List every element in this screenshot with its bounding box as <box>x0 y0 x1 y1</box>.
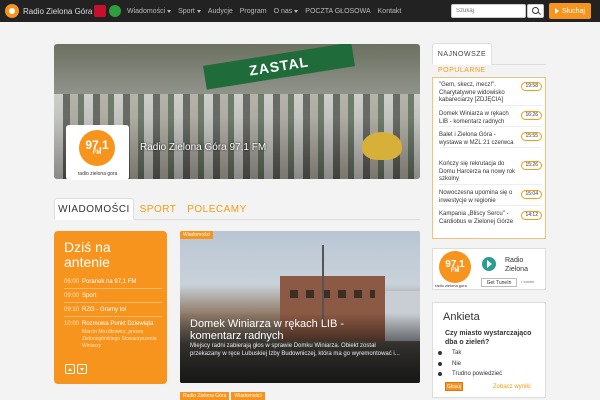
logo-subtitle: radio zielona gora <box>77 171 118 177</box>
hero-banner: ZASTAL <box>203 44 355 90</box>
content-tabs: WIADOMOŚCI SPORT POLECAMY <box>54 198 420 220</box>
schedule-up-button[interactable] <box>65 364 75 374</box>
tab-sport[interactable]: SPORT <box>136 198 180 220</box>
caret-down-icon <box>167 9 172 13</box>
search-input[interactable] <box>451 4 526 18</box>
nav-item-kontakt[interactable]: Kontakt <box>378 8 402 15</box>
caret-down-icon <box>294 9 299 13</box>
radio-logo-icon <box>5 4 19 18</box>
list-item[interactable]: Domek Winiarza w rękach LIB - komentarz … <box>439 111 542 127</box>
time-badge: 15:04 <box>521 190 542 199</box>
listen-button[interactable]: Słuchaj <box>549 3 591 19</box>
get-tunein-button[interactable]: Get TuneIn <box>481 278 517 287</box>
on-air-panel: Dziś na antenie 06:00 Poranek na 97,1 FM … <box>54 231 167 384</box>
on-air-title: Dziś na antenie <box>64 239 111 270</box>
caret-down-icon <box>196 9 201 13</box>
poll-question: Czy miasto wystarczająco dba o zieleń? <box>445 330 532 346</box>
poll-option[interactable]: Trudno powiedzieć <box>438 371 502 377</box>
green-social-icon[interactable] <box>109 5 121 17</box>
category-tag[interactable]: Radio Zielona Góra <box>180 392 230 400</box>
brand[interactable]: Radio Zielona Góra <box>5 3 92 19</box>
list-item[interactable]: Kampania „Bliscy Sercu" - Cardiobus w Zi… <box>439 211 542 226</box>
sidebar-tabs: NAJNOWSZE <box>432 43 546 65</box>
nav-item-poczta-glosowa[interactable]: POCZTA GŁOSOWA <box>305 8 370 15</box>
hero-station-logo: 97,1 FM radio zielona gora <box>66 125 129 180</box>
player-station-name: Radio Zielona <box>505 257 528 273</box>
top-navbar: Radio Zielona Góra Wiadomości Sport Audy… <box>0 0 600 22</box>
list-item[interactable]: Nowoczesna upomina się o inwestycje w re… <box>439 190 542 206</box>
nav-item-sport[interactable]: Sport <box>178 8 201 15</box>
news-lead: Miejscy radni zabierają głos w sprawie D… <box>190 343 400 357</box>
poll-widget: Ankieta Czy miasto wystarczająco dba o z… <box>432 302 546 398</box>
poll-option[interactable]: Tak <box>438 350 461 356</box>
poll-title: Ankieta <box>443 311 480 323</box>
tab-najnowsze[interactable]: NAJNOWSZE <box>432 43 492 65</box>
hero-trophy <box>362 132 402 160</box>
radio-icon[interactable] <box>438 372 442 376</box>
category-tag[interactable]: Wiadomości <box>231 392 265 400</box>
nav-item-program[interactable]: Program <box>240 8 267 15</box>
list-item[interactable]: Kończy się rekrutacja do Domu Harcerza n… <box>439 161 542 185</box>
tunein-brand: • tunein <box>521 279 535 284</box>
tab-polecamy[interactable]: POLECAMY <box>182 198 252 220</box>
time-badge: 19:58 <box>521 82 542 91</box>
logo-subtitle: radio zielona gora <box>435 283 467 288</box>
radio-icon[interactable] <box>438 362 442 366</box>
popular-label[interactable]: POPULARNE <box>438 67 486 74</box>
tab-wiadomosci[interactable]: WIADOMOŚCI <box>54 198 134 220</box>
search-icon[interactable] <box>527 4 544 18</box>
schedule-item[interactable]: 09:00 Sport <box>64 293 162 303</box>
time-badge: 15:26 <box>521 161 542 170</box>
schedule-item[interactable]: 09:10 RZG - Gramy to! <box>64 307 162 317</box>
vote-button[interactable]: Głosuj <box>445 382 463 391</box>
main-nav: Wiadomości Sport Audycje Program O nas P… <box>127 0 408 22</box>
schedule-item[interactable]: 10:00 Rozmowa Punkt Dziewiąta Marcin Mozd… <box>64 321 162 352</box>
radio-icon[interactable] <box>438 351 442 355</box>
news-card[interactable]: Wiadomości Domek Winiarza w rękach LIB -… <box>180 231 420 383</box>
tunein-player: 97,1 FM radio zielona gora Radio Zielona… <box>432 248 546 290</box>
list-item[interactable]: Balet i Zielona Góra - wystawa w MZL 21 … <box>439 132 542 148</box>
popular-list: "Gem, skecz, mecz!". Charytatywne widowi… <box>432 77 546 239</box>
time-badge: 16:26 <box>521 111 542 120</box>
station-logo-icon: 97,1 FM <box>439 251 471 283</box>
play-icon[interactable] <box>482 257 496 271</box>
nav-item-o-nas[interactable]: O nas <box>274 8 299 15</box>
station-logo-icon: 97,1 FM <box>79 130 115 166</box>
time-badge: 15:55 <box>521 132 542 141</box>
time-badge: 14:12 <box>521 211 542 220</box>
news-category-tag[interactable]: Wiadomości <box>180 231 214 239</box>
nav-item-audycje[interactable]: Audycje <box>208 8 233 15</box>
play-icon <box>555 8 560 14</box>
red-social-icon[interactable] <box>94 5 106 17</box>
brand-title: Radio Zielona Góra <box>23 6 93 16</box>
next-card-tags: Radio Zielona Góra Wiadomości <box>180 392 267 400</box>
news-title[interactable]: Domek Winiarza w rękach LIB - komentarz … <box>190 318 370 342</box>
hero-caption: Radio Zielona Góra 97,1 FM <box>140 142 267 153</box>
nav-item-wiadomosci[interactable]: Wiadomości <box>127 8 172 15</box>
poll-option[interactable]: Nie <box>438 361 461 367</box>
schedule-down-button[interactable] <box>77 364 87 374</box>
see-results-link[interactable]: Zobacz wyniki <box>493 384 531 390</box>
schedule-item[interactable]: 06:00 Poranek na 97,1 FM <box>64 279 162 289</box>
list-item[interactable]: "Gem, skecz, mecz!". Charytatywne widowi… <box>439 82 542 106</box>
